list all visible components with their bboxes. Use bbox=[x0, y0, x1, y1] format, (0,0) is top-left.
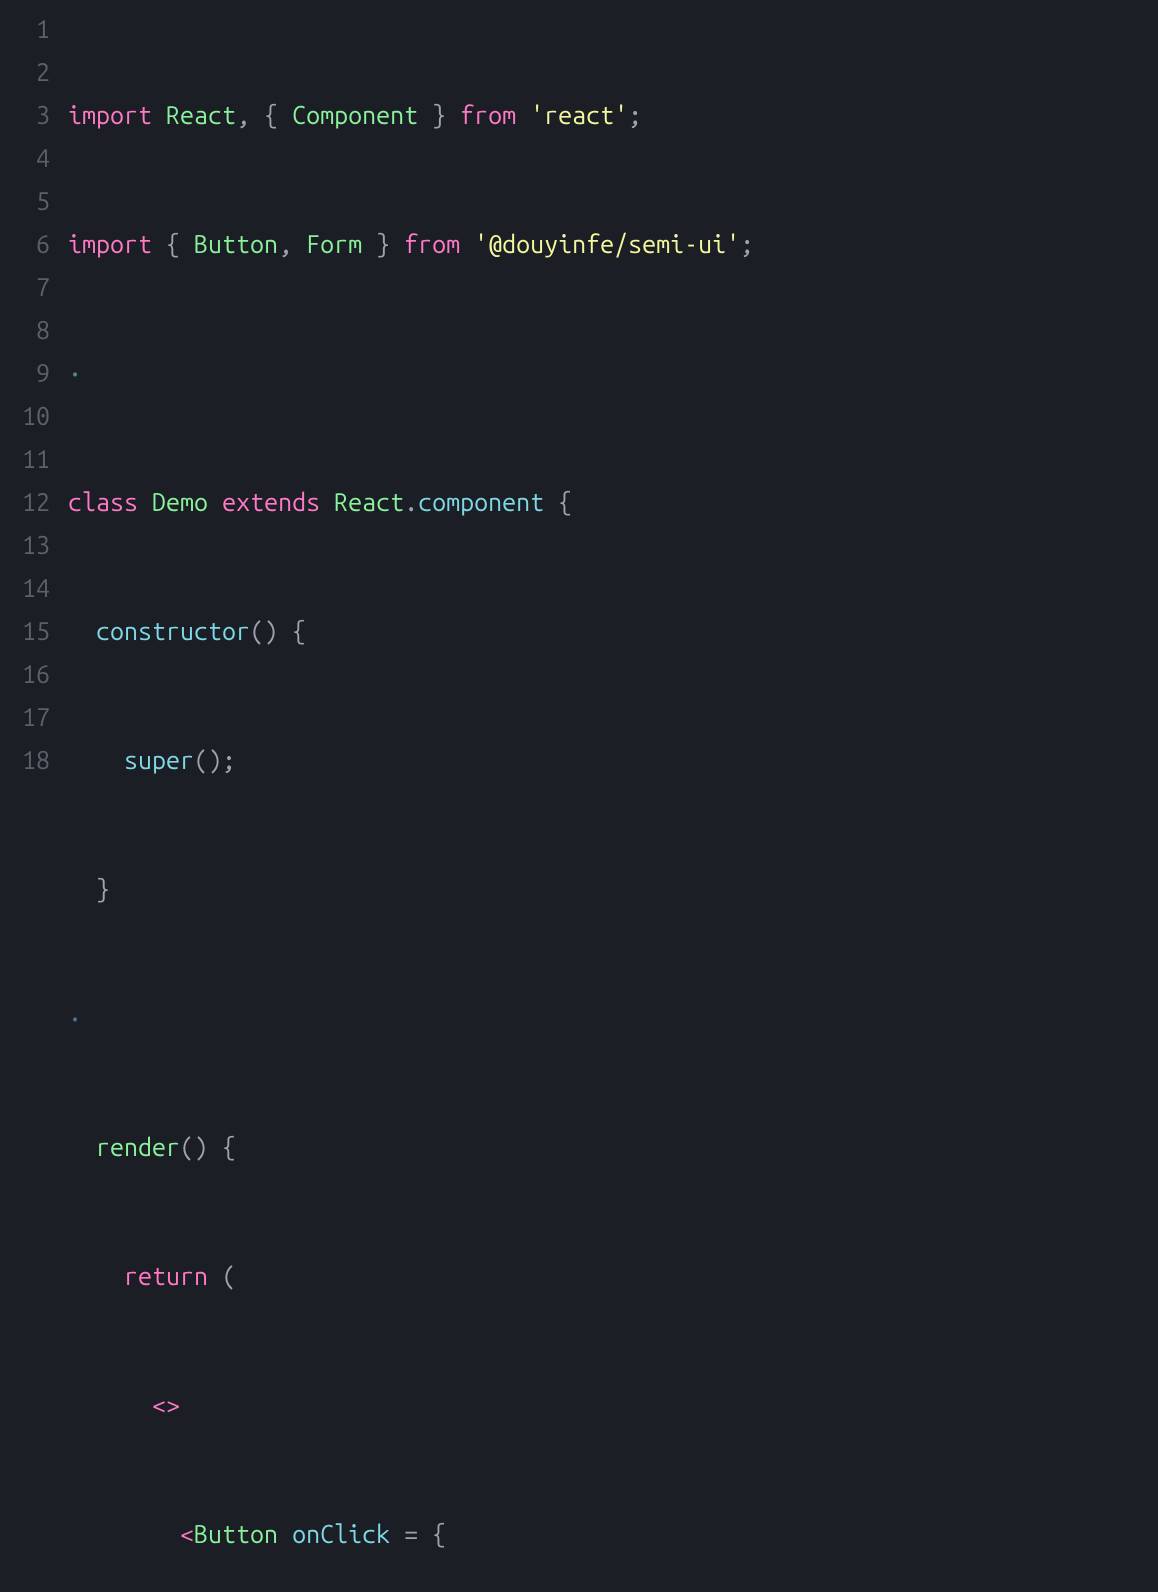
line-number: 4 bbox=[0, 137, 68, 180]
line-number: 17 bbox=[0, 696, 68, 739]
line-number-gutter: 1 2 3 4 5 6 7 8 9 10 11 12 13 14 15 16 1… bbox=[0, 8, 68, 1592]
code-line[interactable] bbox=[68, 352, 1158, 395]
line-number: 11 bbox=[0, 438, 68, 481]
code-line[interactable]: <Button onClick = { bbox=[68, 1513, 1158, 1556]
code-line[interactable]: super(); bbox=[68, 739, 1158, 782]
line-number: 3 bbox=[0, 94, 68, 137]
line-number: 7 bbox=[0, 266, 68, 309]
code-line[interactable]: import { Button, Form } from '@douyinfe/… bbox=[68, 223, 1158, 266]
code-line[interactable]: import React, { Component } from 'react'… bbox=[68, 94, 1158, 137]
line-number: 15 bbox=[0, 610, 68, 653]
line-number: 5 bbox=[0, 180, 68, 223]
line-number: 12 bbox=[0, 481, 68, 524]
line-number: 1 bbox=[0, 8, 68, 51]
code-line[interactable]: <> bbox=[68, 1384, 1158, 1427]
code-line[interactable]: } bbox=[68, 868, 1158, 911]
code-line[interactable]: render() { bbox=[68, 1126, 1158, 1169]
code-content[interactable]: import React, { Component } from 'react'… bbox=[68, 8, 1158, 1592]
code-line[interactable]: class Demo extends React.component { bbox=[68, 481, 1158, 524]
line-number: 13 bbox=[0, 524, 68, 567]
whitespace-dot-icon bbox=[68, 359, 82, 387]
code-line[interactable] bbox=[68, 997, 1158, 1040]
line-number: 10 bbox=[0, 395, 68, 438]
line-number: 14 bbox=[0, 567, 68, 610]
line-number: 2 bbox=[0, 51, 68, 94]
whitespace-dot-icon bbox=[68, 1004, 82, 1032]
line-number: 16 bbox=[0, 653, 68, 696]
line-number: 18 bbox=[0, 739, 68, 782]
line-number: 8 bbox=[0, 309, 68, 352]
code-line[interactable]: return ( bbox=[68, 1255, 1158, 1298]
code-line[interactable]: constructor() { bbox=[68, 610, 1158, 653]
code-editor: 1 2 3 4 5 6 7 8 9 10 11 12 13 14 15 16 1… bbox=[0, 8, 1158, 1592]
line-number: 9 bbox=[0, 352, 68, 395]
line-number: 6 bbox=[0, 223, 68, 266]
